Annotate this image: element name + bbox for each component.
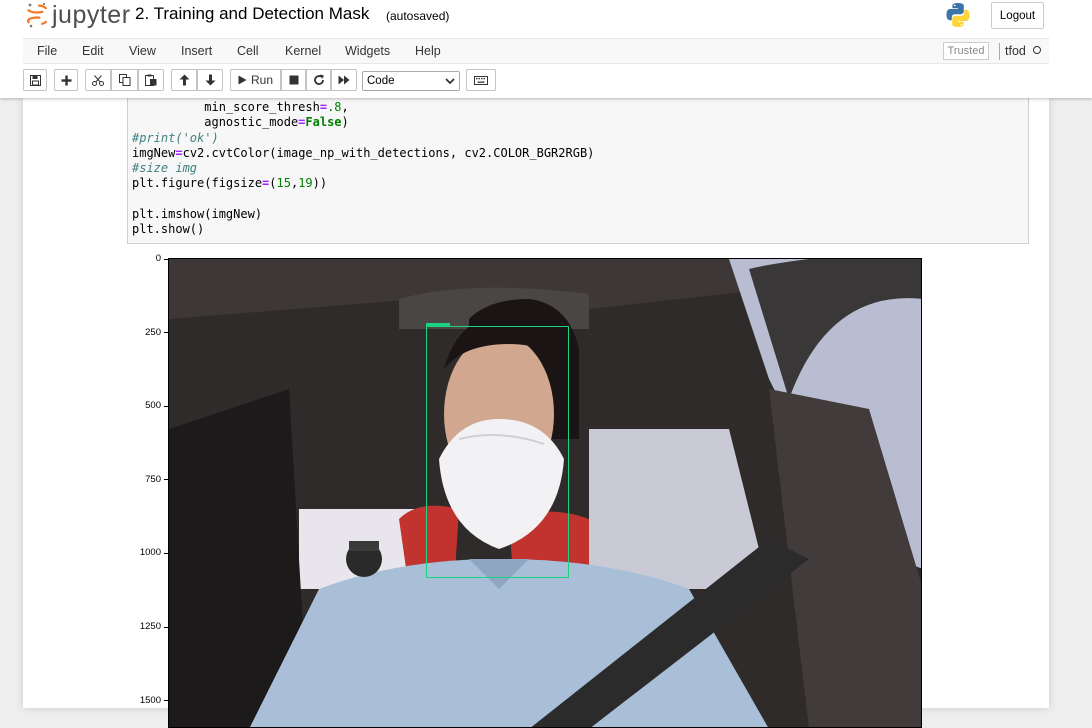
cut-button[interactable] bbox=[85, 69, 111, 91]
menu-kernel[interactable]: Kernel bbox=[285, 44, 321, 58]
code-line: plt.show() bbox=[132, 222, 205, 237]
paste-button[interactable] bbox=[138, 69, 164, 91]
menu-edit[interactable]: Edit bbox=[82, 44, 104, 58]
y-tick-label: 750 bbox=[145, 474, 161, 485]
fast-forward-icon bbox=[338, 75, 350, 85]
insert-cell-button[interactable] bbox=[54, 69, 78, 91]
cut-icon bbox=[92, 74, 104, 86]
move-up-icon bbox=[179, 74, 189, 86]
menu-help[interactable]: Help bbox=[415, 44, 441, 58]
y-tick-label: 0 bbox=[155, 253, 161, 264]
code-line: agnostic_mode=False) bbox=[132, 115, 349, 130]
save-icon bbox=[29, 74, 41, 86]
menu-widgets[interactable]: Widgets bbox=[345, 44, 390, 58]
code-line: imgNew=cv2.cvtColor(image_np_with_detect… bbox=[132, 145, 595, 160]
jupyter-logo-icon bbox=[27, 2, 47, 28]
move-down-button[interactable] bbox=[197, 69, 223, 91]
code-cell[interactable]: min_score_thresh=.8, agnostic_mode=False… bbox=[127, 98, 1029, 244]
notebook-title[interactable]: 2. Training and Detection Mask bbox=[135, 4, 369, 24]
y-tick-label: 1250 bbox=[139, 621, 161, 632]
run-icon bbox=[238, 75, 247, 85]
kernel-divider bbox=[999, 43, 1000, 60]
menu-insert[interactable]: Insert bbox=[181, 44, 212, 58]
python-logo-icon bbox=[946, 3, 970, 27]
kernel-idle-icon bbox=[1033, 46, 1041, 54]
checkpoint-status: (autosaved) bbox=[386, 9, 450, 23]
paste-icon bbox=[145, 74, 157, 86]
code-line: plt.imshow(imgNew) bbox=[132, 207, 263, 222]
code-line: #size img bbox=[132, 161, 198, 176]
detection-image bbox=[168, 258, 922, 728]
run-button[interactable]: Run bbox=[230, 69, 281, 91]
chevron-down-icon bbox=[445, 78, 455, 85]
restart-icon bbox=[313, 74, 324, 85]
keyboard-icon bbox=[474, 75, 488, 85]
output-plot: 0 250 500 750 1000 1250 1500 bbox=[127, 248, 947, 728]
save-button[interactable] bbox=[23, 69, 47, 91]
y-tick-label: 1000 bbox=[139, 547, 161, 558]
menu-cell[interactable]: Cell bbox=[237, 44, 259, 58]
menubar: File Edit View Insert Cell Kernel Widget… bbox=[23, 38, 1049, 64]
toolbar: Run Code bbox=[23, 65, 1049, 98]
menu-view[interactable]: View bbox=[129, 44, 156, 58]
notebook-header: jupyter 2. Training and Detection Mask (… bbox=[0, 0, 1092, 98]
move-down-icon bbox=[205, 74, 215, 86]
y-tick-label: 500 bbox=[145, 400, 161, 411]
code-editor[interactable]: min_score_thresh=.8, agnostic_mode=False… bbox=[132, 100, 594, 238]
code-line: plt.figure(figsize=(15,19)) bbox=[132, 176, 328, 191]
y-tick-label: 1500 bbox=[139, 695, 161, 706]
command-palette-button[interactable] bbox=[466, 69, 496, 91]
interrupt-kernel-button[interactable] bbox=[281, 69, 306, 91]
restart-kernel-button[interactable] bbox=[306, 69, 331, 91]
header-top-bar: jupyter 2. Training and Detection Mask (… bbox=[0, 0, 1092, 37]
stop-icon bbox=[289, 75, 298, 85]
copy-button[interactable] bbox=[111, 69, 138, 91]
y-tick-label: 250 bbox=[145, 327, 161, 338]
detection-label bbox=[426, 323, 450, 327]
trusted-indicator[interactable]: Trusted bbox=[943, 42, 989, 60]
logout-button[interactable]: Logout bbox=[991, 2, 1044, 29]
add-cell-icon bbox=[61, 75, 71, 85]
notebook-container: min_score_thresh=.8, agnostic_mode=False… bbox=[23, 98, 1049, 728]
restart-run-all-button[interactable] bbox=[331, 69, 357, 91]
jupyter-logo-text: jupyter bbox=[52, 1, 131, 29]
copy-icon bbox=[118, 74, 130, 86]
move-up-button[interactable] bbox=[171, 69, 197, 91]
run-button-label: Run bbox=[250, 73, 273, 87]
kernel-name[interactable]: tfod bbox=[1005, 44, 1026, 58]
detection-bounding-box bbox=[426, 323, 569, 578]
cell-type-select[interactable]: Code bbox=[362, 71, 460, 91]
code-line: #print('ok') bbox=[132, 130, 219, 145]
cell-type-value: Code bbox=[367, 75, 395, 87]
code-line: min_score_thresh=.8, bbox=[132, 100, 349, 114]
jupyter-logo[interactable]: jupyter bbox=[27, 2, 131, 28]
menu-file[interactable]: File bbox=[37, 44, 57, 58]
